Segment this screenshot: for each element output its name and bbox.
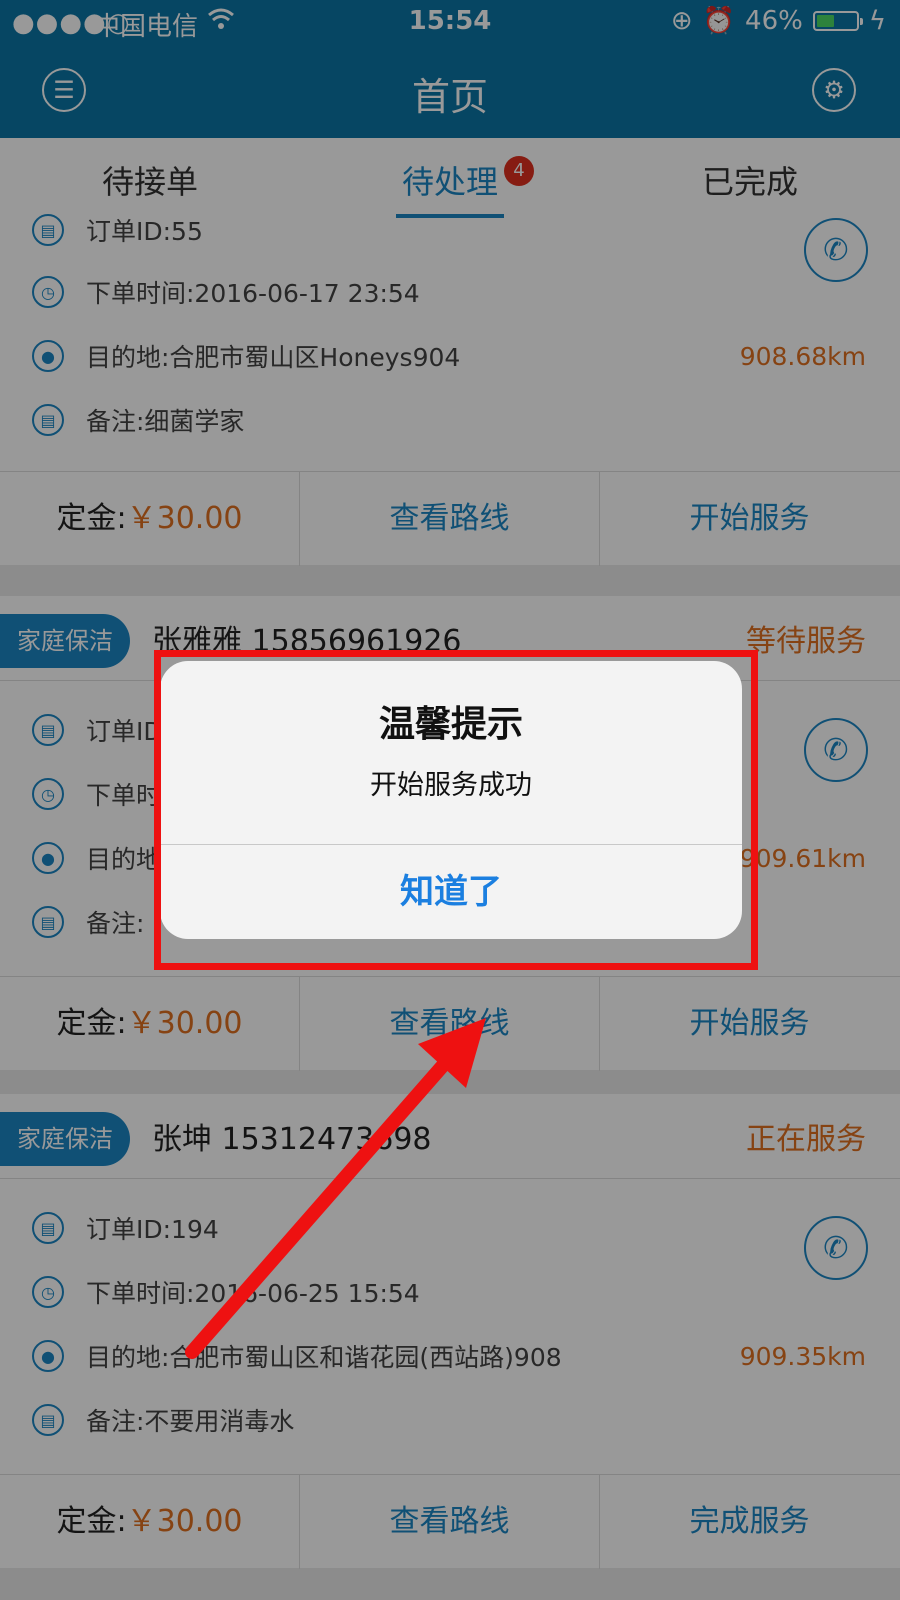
annotation-arrow-icon [185, 1018, 486, 1359]
